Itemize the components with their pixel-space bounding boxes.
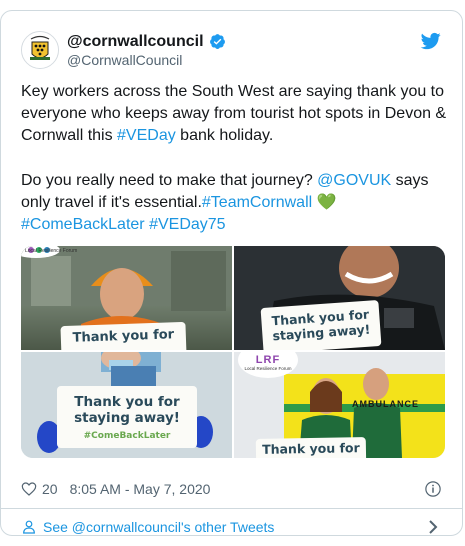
avatar[interactable] (21, 31, 59, 69)
council-crest-icon (22, 32, 58, 68)
handle[interactable]: @CornwallCouncil (67, 51, 226, 69)
see-other-tweets-label[interactable]: See @cornwallcouncil's other Tweets (43, 519, 274, 535)
hashtag-link[interactable]: #VEDay75 (149, 216, 226, 233)
tweet-text-part: Do you really need to make that journey? (21, 171, 318, 189)
tweet-text: Key workers across the South West are sa… (21, 81, 449, 236)
green-heart-emoji: 💚 (316, 193, 337, 211)
verified-badge-icon (209, 34, 225, 49)
display-name-row[interactable]: @cornwallcouncil (67, 32, 226, 51)
lrf-logo-caption: Local Resilience Forum (244, 366, 292, 371)
chevron-right-icon[interactable] (426, 519, 440, 535)
heart-icon[interactable] (21, 481, 37, 497)
media-image-2[interactable]: Thank you for staying away! (234, 246, 445, 350)
tweet-text-part: bank holiday. (175, 127, 274, 145)
logo-caption: Local Resilience Forum (25, 248, 78, 254)
display-name[interactable]: @cornwallcouncil (67, 32, 204, 51)
media-grid: Thank you for Local Resilience Forum Tha… (21, 246, 445, 458)
hashtag-link[interactable]: #TeamCornwall (202, 194, 312, 211)
tweet-card: @cornwallcouncil @CornwallCouncil Key wo… (0, 10, 463, 536)
author-names: @cornwallcouncil @CornwallCouncil (67, 32, 226, 69)
hashtag-link[interactable]: #ComeBackLater (21, 216, 145, 233)
timestamp[interactable]: 8:05 AM - May 7, 2020 (70, 481, 211, 497)
see-other-tweets-link[interactable]: See @cornwallcouncil's other Tweets (21, 517, 442, 535)
twitter-bird-icon[interactable] (420, 31, 442, 51)
tweet-footer: 20 8:05 AM - May 7, 2020 (21, 479, 442, 499)
sign-card: Thank you for staying away! #ComeBackLat… (57, 386, 197, 448)
media-image-4[interactable]: AMBULANCE LRF Local Resilience Forum Tha… (234, 352, 445, 458)
info-icon[interactable] (424, 480, 442, 498)
mention-link[interactable]: @GOVUK (317, 172, 391, 189)
sign-card: Thank you for staying away! (260, 299, 382, 350)
sign-text: Thank you for (72, 327, 175, 346)
footer-divider (1, 508, 462, 509)
tweet-header: @cornwallcouncil @CornwallCouncil (21, 31, 442, 71)
sign-text: Thank you for staying away! (74, 394, 180, 426)
media-image-3[interactable]: Thank you for staying away! #ComeBackLat… (21, 352, 232, 458)
sign-text: Thank you for staying away! (271, 306, 371, 344)
sign-subtext: #ComeBackLater (83, 431, 171, 441)
hashtag-link[interactable]: #VEDay (117, 127, 176, 144)
tweet-paragraph-2: Do you really need to make that journey?… (21, 170, 449, 237)
sign-card: Thank you for (255, 437, 367, 458)
lrf-logo-letters: LRF (255, 354, 281, 366)
media-image-1[interactable]: Thank you for Local Resilience Forum (21, 246, 232, 350)
van-text: AMBULANCE (352, 399, 419, 409)
sign-card: Thank you for (60, 321, 187, 350)
person-icon (23, 520, 35, 534)
sign-text: Thank you for (261, 440, 360, 457)
like-count[interactable]: 20 (42, 481, 58, 497)
tweet-paragraph-1: Key workers across the South West are sa… (21, 81, 449, 148)
